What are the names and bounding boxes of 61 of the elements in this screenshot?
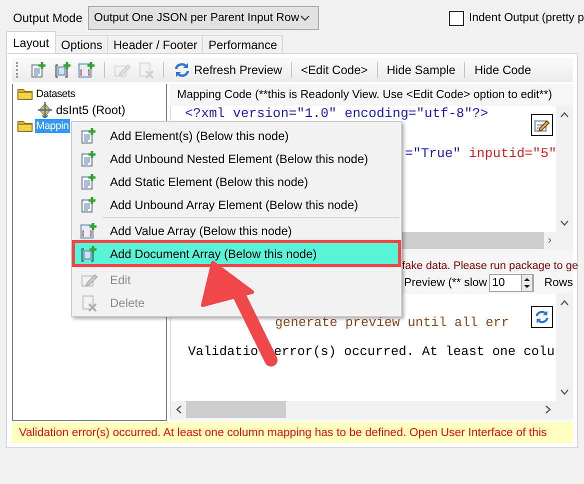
document-cross-icon (137, 61, 155, 79)
tab[interactable]: Options (55, 35, 108, 53)
menu-item[interactable]: Add Unbound Array Element (Below this node) (74, 193, 399, 216)
chevron-down-icon (300, 15, 310, 21)
tree-item[interactable]: Datasets (35, 87, 76, 101)
code-text: inputid="5" (468, 147, 556, 161)
chevron-down-icon (560, 389, 569, 395)
menu-item[interactable]: Add Element(s) (Below this node) (74, 124, 399, 147)
output-mode-label: Output Mode (13, 11, 84, 25)
chevron-down-icon (560, 220, 569, 226)
status-message: Validation error(s) occurred. At least one column mapping has to be defined. Open User Interface of this (12, 422, 573, 443)
document-plus-icon (80, 172, 98, 190)
indent-output-checkbox[interactable] (448, 10, 464, 26)
output-text: error(s) occurred. At least one colu (274, 345, 555, 359)
tab[interactable]: Performance (202, 35, 284, 53)
output-mode-dropdown[interactable]: Output One JSON per Parent Input Row (88, 6, 319, 30)
vertical-scrollbar[interactable] (556, 106, 573, 232)
dataset-icon (37, 102, 53, 118)
folder-icon (17, 86, 33, 102)
document-plus-icon (80, 150, 98, 168)
edit-code-button[interactable] (531, 114, 553, 136)
code-text: ="True" (405, 147, 461, 161)
toolbar-button[interactable]: <Edit Code> (298, 59, 371, 81)
toolbar-button[interactable]: Refresh Preview (170, 59, 286, 81)
tree-item[interactable]: dsInt5 (Root) (55, 102, 126, 118)
rows-label: Rows (544, 277, 573, 289)
code-text: <?xml version="1.0" encoding="utf-8"?> (185, 107, 488, 121)
indent-output-label: Indent Output (pretty p (468, 12, 584, 24)
preview-label: Preview (** slow (404, 277, 488, 289)
refresh-preview-button[interactable] (531, 306, 553, 328)
mapping-code-caption: Mapping Code (**this is Readonly View. Use <Edit Code> option to edit**) (176, 88, 554, 103)
menu-item[interactable]: Add Unbound Nested Element (Below this node) (74, 147, 399, 170)
spinner-arrows-icon (521, 274, 534, 292)
toolbar-button[interactable]: Hide Code (471, 59, 534, 81)
sample-notice: fake data. Please run package to ge (402, 260, 578, 272)
menu-item[interactable]: Add Document Array (Below this node) (74, 242, 399, 265)
document-plus-icon (30, 61, 48, 79)
document-cross-icon (80, 294, 98, 312)
folder-icon (17, 118, 33, 134)
menu-item[interactable]: Add Value Array (Below this node) (74, 219, 399, 242)
refresh-icon (173, 61, 191, 79)
chevron-up-icon (560, 112, 569, 118)
output-text: Validatio (188, 345, 258, 359)
document-plus-icon (80, 196, 98, 214)
brackets-plus-icon (54, 61, 72, 79)
output-text: generate preview until all err (275, 316, 510, 330)
tab[interactable]: Layout (6, 31, 56, 53)
chevron-right-icon (545, 405, 551, 414)
rows-spinner[interactable]: 10 (489, 274, 534, 292)
document-plus-icon (80, 126, 98, 144)
brackets-plus-icon (80, 244, 98, 262)
toolbar-button[interactable]: Hide Sample (384, 59, 458, 81)
menu-item[interactable]: Add Static Element (Below this node) (74, 170, 399, 193)
chevron-up-icon (560, 300, 569, 306)
refresh-icon (534, 309, 550, 325)
horizontal-scrollbar[interactable] (171, 401, 573, 418)
vertical-scrollbar[interactable] (556, 294, 573, 401)
chevron-right-icon (548, 236, 551, 245)
chevron-left-icon (176, 405, 182, 414)
brackets-plus-icon (78, 61, 96, 79)
brackets-plus-icon (80, 222, 98, 240)
